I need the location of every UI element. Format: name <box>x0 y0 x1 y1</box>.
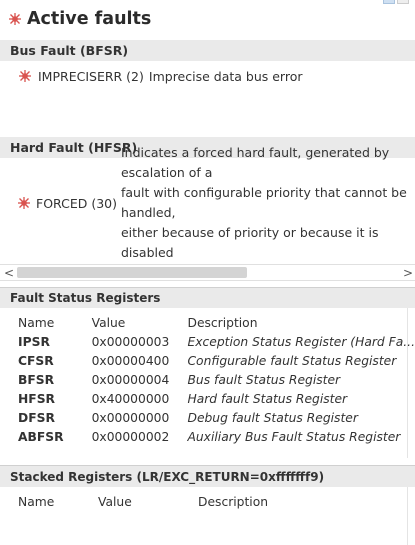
register-value: 0x40000000 <box>91 391 170 406</box>
scroll-left-icon[interactable]: < <box>2 265 16 280</box>
register-value: 0x00000000 <box>91 410 170 425</box>
register-name: ABFSR <box>18 429 64 444</box>
register-value: 0x00000004 <box>91 372 170 387</box>
maximize-icon[interactable] <box>397 0 409 4</box>
bug-icon <box>17 196 31 210</box>
bus-fault-header: Bus Fault (BFSR) <box>0 40 415 61</box>
view-header: Active faults <box>0 0 415 38</box>
horizontal-scrollbar[interactable]: < > <box>0 264 415 281</box>
column-header-name[interactable]: Name <box>18 492 98 511</box>
column-header-value[interactable]: Value <box>92 313 188 332</box>
register-name: HFSR <box>18 391 56 406</box>
view-toolbar <box>383 0 409 6</box>
register-value: 0x00000003 <box>91 334 170 349</box>
hard-fault-code: FORCED (30) <box>36 195 117 211</box>
register-description: Debug fault Status Register <box>187 410 358 425</box>
bus-fault-header-label: Bus Fault (BFSR) <box>10 43 129 58</box>
register-description: Configurable fault Status Register <box>187 353 397 368</box>
register-name: BFSR <box>18 372 55 387</box>
table-row[interactable]: CFSR 0x00000400 Configurable fault Statu… <box>18 351 415 370</box>
bus-fault-entry[interactable]: IMPRECISERR (2) Imprecise data bus error <box>18 66 303 86</box>
page-title: Active faults <box>8 7 151 31</box>
register-description: Auxiliary Bus Fault Status Register <box>187 429 401 444</box>
hard-fault-header-label: Hard Fault (HFSR) <box>10 140 138 155</box>
scroll-right-icon[interactable]: > <box>401 265 415 280</box>
column-header-description[interactable]: Description <box>187 313 415 332</box>
bug-icon <box>8 12 22 26</box>
hard-fault-description: Indicates a forced hard fault, generated… <box>120 145 407 260</box>
fault-status-header: Fault Status Registers <box>0 288 415 308</box>
register-value: 0x00000400 <box>91 353 170 368</box>
table-row[interactable]: DFSR 0x00000000 Debug fault Status Regis… <box>18 408 415 427</box>
register-description: Exception Status Register (Hard Fa... <box>187 334 415 349</box>
table-header-row: Name Value Description <box>18 492 383 511</box>
register-description: Bus fault Status Register <box>187 372 341 387</box>
stacked-registers-title: Stacked Registers (LR/EXC_RETURN=0xfffff… <box>10 469 325 484</box>
table-header-row: Name Value Description <box>18 313 415 332</box>
fault-status-table: Name Value Description IPSR 0x00000003 E… <box>18 313 415 446</box>
register-name: CFSR <box>18 353 54 368</box>
table-row[interactable]: BFSR 0x00000004 Bus fault Status Registe… <box>18 370 415 389</box>
table-row[interactable]: HFSR 0x40000000 Hard fault Status Regist… <box>18 389 415 408</box>
register-value: 0x00000002 <box>91 429 170 444</box>
register-name: DFSR <box>18 410 55 425</box>
minimize-icon[interactable] <box>383 0 395 4</box>
stacked-registers-header: Stacked Registers (LR/EXC_RETURN=0xfffff… <box>0 466 415 487</box>
column-header-value[interactable]: Value <box>98 492 198 511</box>
bus-fault-description: Imprecise data bus error <box>148 68 303 84</box>
stacked-registers-table: Name Value Description <box>18 492 383 511</box>
table-row[interactable]: ABFSR 0x00000002 Auxiliary Bus Fault Sta… <box>18 427 415 446</box>
bus-fault-code: IMPRECISERR (2) <box>38 68 144 84</box>
column-divider <box>407 487 408 545</box>
fault-status-panel: Fault Status Registers Name Value Descri… <box>0 287 415 458</box>
table-row[interactable]: IPSR 0x00000003 Exception Status Registe… <box>18 332 415 351</box>
hard-fault-entry[interactable]: FORCED (30) Indicates a forced hard faul… <box>17 145 415 260</box>
register-name: IPSR <box>18 334 50 349</box>
stacked-registers-panel: Stacked Registers (LR/EXC_RETURN=0xfffff… <box>0 465 415 545</box>
bug-icon <box>18 69 32 83</box>
column-header-name[interactable]: Name <box>18 313 92 332</box>
scrollbar-thumb[interactable] <box>17 267 247 278</box>
column-header-description[interactable]: Description <box>198 492 383 511</box>
title-text: Active faults <box>27 9 152 29</box>
fault-status-title: Fault Status Registers <box>10 291 161 305</box>
register-description: Hard fault Status Register <box>187 391 348 406</box>
